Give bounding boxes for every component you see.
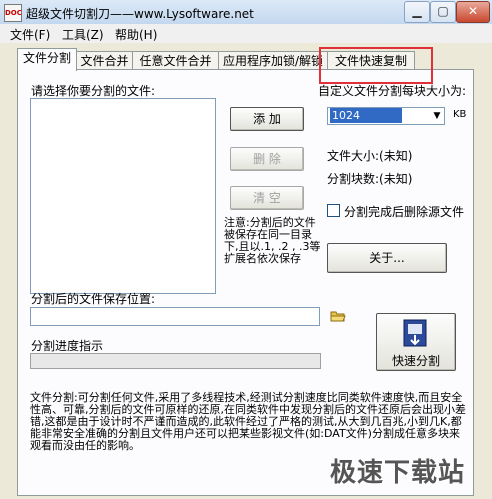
- folder-icon[interactable]: [330, 309, 346, 323]
- delete-button[interactable]: 删 除: [230, 147, 304, 171]
- menu-bar: 文件(F) 工具(Z) 帮助(H): [0, 24, 492, 43]
- chunk-size-select[interactable]: 1024 ▼: [327, 107, 445, 125]
- delete-source-label: 分割完成后删除源文件: [344, 205, 465, 219]
- save-location-input[interactable]: [30, 307, 320, 326]
- quick-split-label: 快速分割: [391, 354, 440, 368]
- file-size-text: 文件大小:(未知): [327, 149, 413, 163]
- select-file-label: 请选择你要分割的文件:: [31, 84, 156, 98]
- split-file-icon: [402, 318, 428, 348]
- title-bar[interactable]: DOC 超级文件切割刀——www.Lysoftware.net ▁ ▢ ✕: [0, 0, 492, 25]
- about-button[interactable]: 关于...: [327, 243, 447, 273]
- chunk-unit-label: KB: [453, 109, 467, 120]
- chunk-size-value: 1024: [330, 108, 402, 123]
- split-note: 注意:分割后的文件被保存在同一目录下,且以.1, .2 , .3等扩展名依次保存: [224, 216, 321, 265]
- tab-file-merge[interactable]: 文件合并: [76, 51, 133, 70]
- description-text: 文件分割:可分割任何文件,采用了多线程技术,经测试分割速度比同类软件速度快,而且…: [30, 391, 466, 452]
- window-title: 超级文件切割刀——www.Lysoftware.net: [26, 7, 254, 21]
- menu-help[interactable]: 帮助(H): [115, 26, 157, 43]
- quick-split-button[interactable]: 快速分割: [376, 313, 456, 371]
- highlight-box: [319, 47, 433, 84]
- tab-app-lock[interactable]: 应用程序加锁/解锁: [218, 51, 328, 70]
- save-location-label: 分割后的文件保存位置:: [31, 292, 156, 306]
- split-progress-bar: [30, 353, 321, 369]
- delete-source-checkbox[interactable]: [327, 204, 340, 217]
- add-button[interactable]: 添 加: [230, 107, 304, 131]
- clear-button[interactable]: 清 空: [230, 186, 304, 210]
- tab-any-file-merge[interactable]: 任意文件合并: [132, 51, 219, 70]
- progress-label: 分割进度指示: [31, 339, 104, 353]
- chunk-count-text: 分割块数:(未知): [327, 172, 413, 186]
- app-icon: DOC: [4, 4, 22, 22]
- minimize-button[interactable]: ▁: [404, 1, 430, 23]
- menu-file[interactable]: 文件(F): [10, 26, 50, 43]
- maximize-button[interactable]: ▢: [430, 1, 456, 23]
- tab-file-split[interactable]: 文件分割: [17, 48, 77, 71]
- file-listbox[interactable]: [30, 98, 216, 294]
- chevron-down-icon[interactable]: ▼: [430, 108, 444, 124]
- watermark: 极速下载站: [330, 458, 466, 488]
- menu-tools[interactable]: 工具(Z): [62, 26, 104, 43]
- chunk-size-label: 自定义文件分割每块大小为:: [318, 84, 467, 98]
- close-button[interactable]: ✕: [456, 1, 490, 23]
